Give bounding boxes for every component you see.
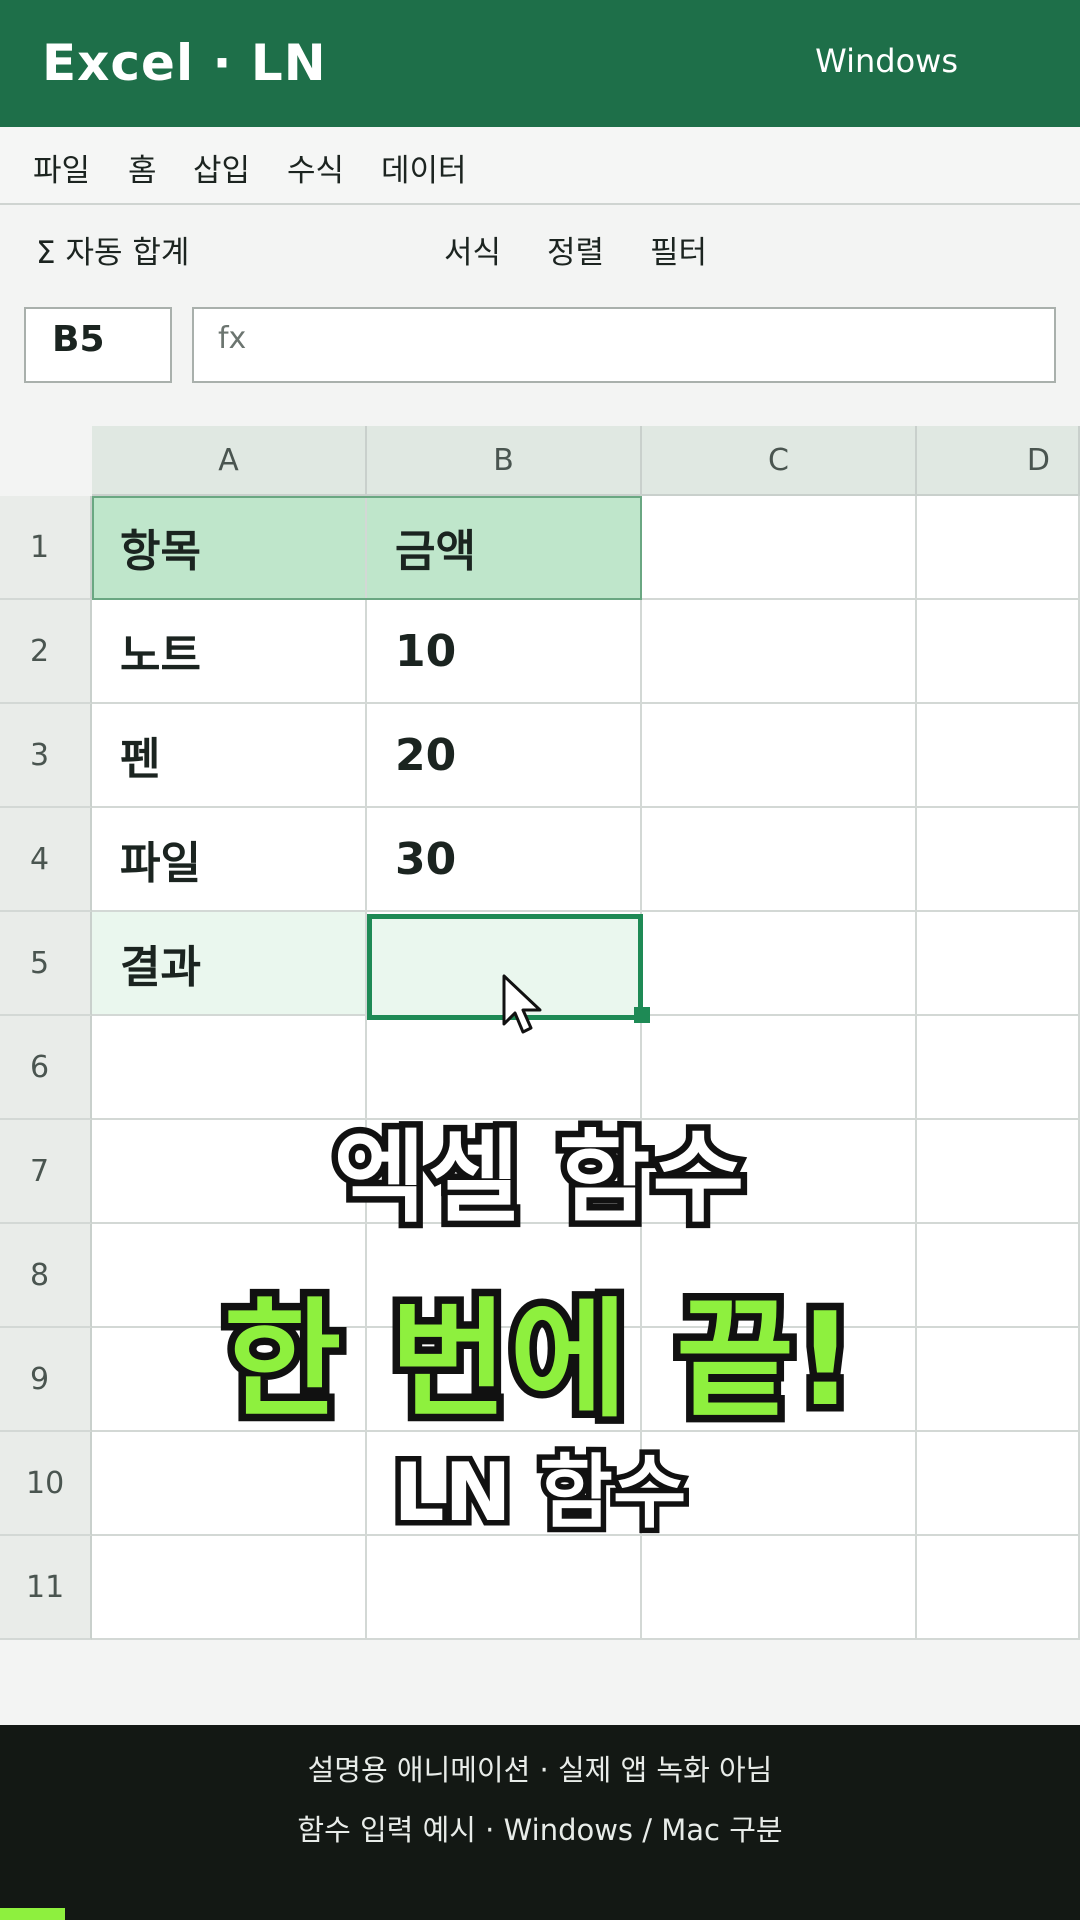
cell-d4[interactable] bbox=[917, 808, 1080, 912]
cell-a4[interactable]: 파일 bbox=[92, 808, 367, 912]
fill-handle[interactable] bbox=[634, 1007, 650, 1023]
title-bar: Excel · LN Windows bbox=[0, 0, 1080, 127]
menu-insert[interactable]: 삽입 bbox=[193, 145, 250, 190]
cell-b3[interactable]: 20 bbox=[367, 704, 642, 808]
cell-d11[interactable] bbox=[917, 1536, 1080, 1640]
cell-a1[interactable]: 항목 bbox=[92, 496, 367, 600]
sort-button[interactable]: 정렬 bbox=[547, 227, 604, 272]
formula-input[interactable]: fx bbox=[192, 307, 1056, 383]
cell-b1[interactable]: 금액 bbox=[367, 496, 642, 600]
column-header-a[interactable]: A bbox=[92, 426, 367, 496]
overlay-title: 엑셀 함수 bbox=[327, 1113, 751, 1243]
column-header-d[interactable]: D bbox=[917, 426, 1080, 496]
menu-bar: 파일 홈 삽입 수식 데이터 bbox=[0, 127, 1080, 205]
cell-c4[interactable] bbox=[642, 808, 917, 912]
row-header-2[interactable]: 2 bbox=[0, 600, 92, 704]
cell-b11[interactable] bbox=[367, 1536, 642, 1640]
cell-d3[interactable] bbox=[917, 704, 1080, 808]
autosum-button[interactable]: Σ 자동 합계 bbox=[36, 227, 189, 272]
progress-bar bbox=[0, 1908, 65, 1920]
cell-c2[interactable] bbox=[642, 600, 917, 704]
row-header-11[interactable]: 11 bbox=[0, 1536, 92, 1640]
ribbon-toolbar: Σ 자동 합계 서식 정렬 필터 bbox=[0, 207, 1080, 297]
cell-c11[interactable] bbox=[642, 1536, 917, 1640]
overlay-subtitle: LN 함수 bbox=[388, 1441, 692, 1545]
mouse-cursor-icon bbox=[502, 974, 542, 1034]
menu-formulas[interactable]: 수식 bbox=[287, 145, 344, 190]
footer-line-1: 설명용 애니메이션 · 실제 앱 녹화 아님 bbox=[307, 1753, 773, 1787]
overlay-headline: 한 번에 끝! bbox=[216, 1279, 862, 1443]
cell-b4[interactable]: 30 bbox=[367, 808, 642, 912]
menu-file[interactable]: 파일 bbox=[33, 145, 90, 190]
filter-button[interactable]: 필터 bbox=[650, 227, 707, 272]
menu-data[interactable]: 데이터 bbox=[381, 145, 467, 190]
cell-b2[interactable]: 10 bbox=[367, 600, 642, 704]
cell-a5[interactable]: 결과 bbox=[92, 912, 367, 1016]
app-title: Excel · LN bbox=[42, 34, 327, 92]
cell-a3[interactable]: 펜 bbox=[92, 704, 367, 808]
cell-c1[interactable] bbox=[642, 496, 917, 600]
platform-label: Windows bbox=[815, 42, 958, 80]
footer-caption: 설명용 애니메이션 · 실제 앱 녹화 아님 함수 입력 예시 · Window… bbox=[0, 1725, 1080, 1920]
cell-d2[interactable] bbox=[917, 600, 1080, 704]
menu-home[interactable]: 홈 bbox=[128, 145, 157, 190]
column-header-c[interactable]: C bbox=[642, 426, 917, 496]
cell-c3[interactable] bbox=[642, 704, 917, 808]
fx-icon: fx bbox=[218, 321, 247, 356]
cell-c5[interactable] bbox=[642, 912, 917, 1016]
cell-d1[interactable] bbox=[917, 496, 1080, 600]
row-header-5[interactable]: 5 bbox=[0, 912, 92, 1016]
cell-a2[interactable]: 노트 bbox=[92, 600, 367, 704]
row-header-4[interactable]: 4 bbox=[0, 808, 92, 912]
row-header-1[interactable]: 1 bbox=[0, 496, 92, 600]
select-all-corner[interactable] bbox=[0, 426, 92, 496]
row-header-3[interactable]: 3 bbox=[0, 704, 92, 808]
cell-a11[interactable] bbox=[92, 1536, 367, 1640]
footer-line-2: 함수 입력 예시 · Windows / Mac 구분 bbox=[297, 1813, 783, 1847]
column-header-b[interactable]: B bbox=[367, 426, 642, 496]
format-button[interactable]: 서식 bbox=[444, 227, 501, 272]
cell-d5[interactable] bbox=[917, 912, 1080, 1016]
name-box[interactable]: B5 bbox=[24, 307, 172, 383]
